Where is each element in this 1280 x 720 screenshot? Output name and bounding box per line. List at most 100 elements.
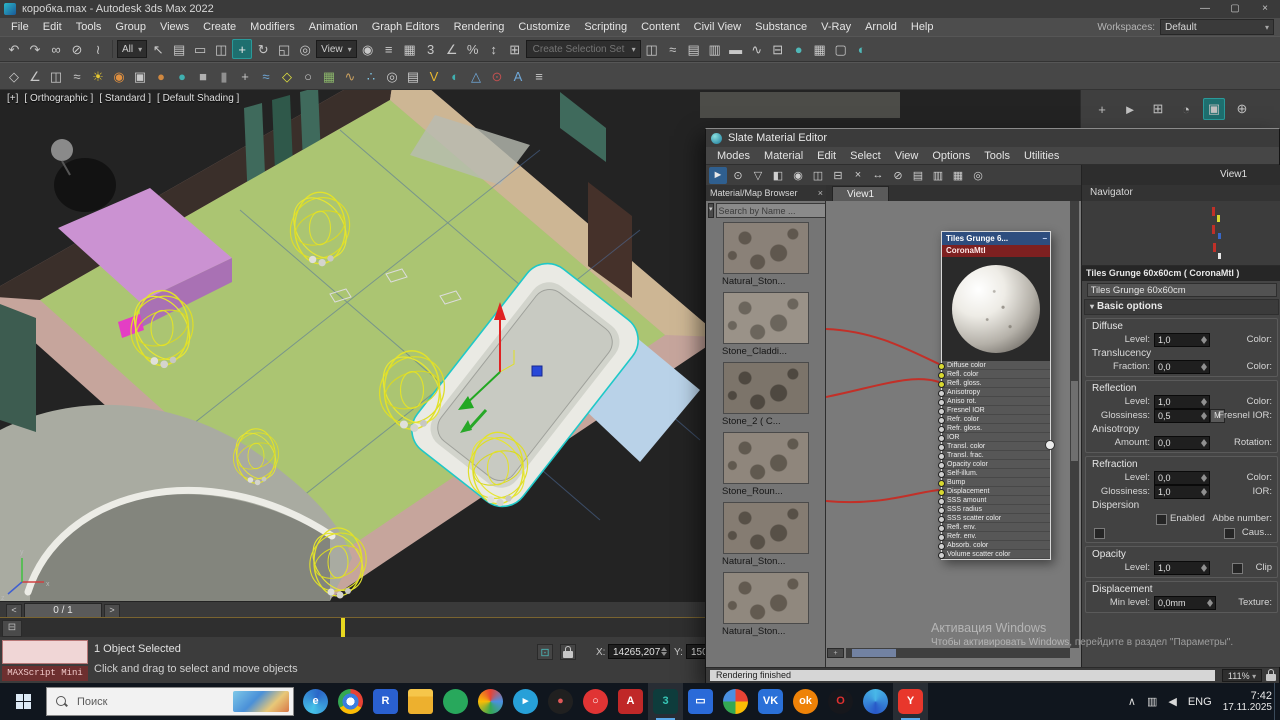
select-move-icon[interactable]: + bbox=[232, 39, 252, 59]
schematic-view-icon[interactable]: ⊟ bbox=[768, 39, 788, 59]
node-slot[interactable]: Self-illum. bbox=[942, 469, 1050, 478]
node-slot[interactable]: Transl. frac. bbox=[942, 451, 1050, 460]
tray-volume-icon[interactable]: ◀ bbox=[1168, 695, 1176, 708]
Animation[interactable]: Animation bbox=[302, 18, 365, 36]
node-collapse-icon[interactable]: − bbox=[1042, 232, 1047, 245]
reflection-glossiness-spinner[interactable]: 0,5 bbox=[1154, 409, 1210, 423]
material-library-item[interactable]: Stone_Claddi... bbox=[706, 290, 825, 360]
slate-titlebar[interactable]: Slate Material Editor bbox=[706, 129, 1279, 147]
named-selection-sets-icon[interactable]: ⊞ bbox=[505, 39, 525, 59]
colorful-browser-app[interactable] bbox=[473, 683, 508, 720]
taskbar-clock[interactable]: 7:42 17.11.2025 bbox=[1223, 690, 1272, 714]
isolate-selection-toggle[interactable]: ⊡ bbox=[537, 644, 553, 660]
arnold-icon[interactable]: A bbox=[508, 66, 528, 86]
thin-checkbox[interactable] bbox=[1094, 528, 1105, 539]
material-library-item[interactable]: Natural_Ston... bbox=[706, 500, 825, 570]
slot-socket[interactable] bbox=[938, 363, 945, 370]
node-slot[interactable]: Displacement bbox=[942, 487, 1050, 496]
Select[interactable]: Select bbox=[843, 147, 888, 165]
node-view-vertical-scrollbar[interactable] bbox=[1070, 201, 1079, 648]
node-slot[interactable]: Refl. env. bbox=[942, 523, 1050, 532]
Utilities[interactable]: Utilities bbox=[1017, 147, 1066, 165]
search-highlight-image[interactable] bbox=[233, 691, 289, 712]
slot-socket[interactable] bbox=[938, 372, 945, 379]
space-warp-icon[interactable]: ≈ bbox=[256, 66, 276, 86]
tab-view1[interactable]: View1 bbox=[832, 186, 889, 201]
redo-icon[interactable]: ↷ bbox=[25, 39, 45, 59]
Customize[interactable]: Customize bbox=[511, 18, 577, 36]
slot-socket[interactable] bbox=[938, 480, 945, 487]
green-circle-app[interactable] bbox=[438, 683, 473, 720]
spinner-snap-icon[interactable]: ↕ bbox=[484, 39, 504, 59]
reflection-level-spinner[interactable]: 1,0 bbox=[1154, 395, 1210, 409]
display-tab[interactable]: ▣ bbox=[1203, 98, 1225, 120]
navigator-toggle-icon[interactable]: ▤ bbox=[909, 167, 927, 184]
slot-socket[interactable] bbox=[938, 498, 945, 505]
material-library-item[interactable]: Stone_Roun... bbox=[706, 430, 825, 500]
Modifiers[interactable]: Modifiers bbox=[243, 18, 302, 36]
snap-3d-icon[interactable]: 3 bbox=[421, 39, 441, 59]
taskbar-search-box[interactable] bbox=[46, 687, 294, 716]
select-by-name-icon[interactable]: ▤ bbox=[169, 39, 189, 59]
caustics-checkbox[interactable] bbox=[1224, 528, 1235, 539]
render-elements-icon[interactable]: ▤ bbox=[403, 66, 423, 86]
create-tab[interactable]: + bbox=[1091, 98, 1113, 120]
node-slot[interactable]: Opacity color bbox=[942, 460, 1050, 469]
viewport-label-segment[interactable]: [ Orthographic ] bbox=[24, 93, 93, 104]
tray-chevron-up-icon[interactable]: ∧ bbox=[1128, 695, 1136, 708]
Create[interactable]: Create bbox=[196, 18, 243, 36]
blue-swirl-app[interactable] bbox=[858, 683, 893, 720]
refraction-level-spinner[interactable]: 0,0 bbox=[1154, 471, 1210, 485]
slot-socket[interactable] bbox=[938, 390, 945, 397]
node-slot[interactable]: Bump bbox=[942, 478, 1050, 487]
node-view-horizontal-scrollbar[interactable] bbox=[846, 648, 1070, 658]
Arnold[interactable]: Arnold bbox=[858, 18, 904, 36]
slot-socket[interactable] bbox=[938, 453, 945, 460]
slot-socket[interactable] bbox=[938, 534, 945, 541]
select-link-icon[interactable]: ∞ bbox=[46, 39, 66, 59]
Help[interactable]: Help bbox=[904, 18, 941, 36]
material-thumbnail[interactable] bbox=[723, 292, 809, 344]
camera-icon[interactable]: ▣ bbox=[130, 66, 150, 86]
time-slider[interactable]: < 0 / 1 > bbox=[0, 601, 705, 617]
node-slot[interactable]: Refr. color bbox=[942, 415, 1050, 424]
show-end-result-icon[interactable]: ◉ bbox=[789, 167, 807, 184]
node-preview[interactable] bbox=[942, 257, 1050, 361]
pan-view-icon[interactable]: + bbox=[827, 648, 844, 658]
material-thumbnail[interactable] bbox=[723, 362, 809, 414]
max-app-icon[interactable] bbox=[4, 3, 16, 15]
vray-icon[interactable]: V bbox=[424, 66, 444, 86]
Edit[interactable]: Edit bbox=[36, 18, 69, 36]
hide-unused-slots-icon[interactable]: ⊘ bbox=[889, 167, 907, 184]
hair-icon[interactable]: ∿ bbox=[340, 66, 360, 86]
Scripting[interactable]: Scripting bbox=[577, 18, 634, 36]
close-icon[interactable]: × bbox=[818, 185, 823, 201]
physx-icon[interactable]: △ bbox=[466, 66, 486, 86]
time-slider-handle[interactable]: 0 / 1 bbox=[24, 603, 102, 618]
material-node[interactable]: Tiles Grunge 6...− CoronaMtl Diffuse col… bbox=[941, 231, 1051, 560]
light-create-icon[interactable]: ☀ bbox=[88, 66, 108, 86]
show-map-in-viewport-icon[interactable]: ◧ bbox=[769, 167, 787, 184]
select-tool-icon[interactable]: ► bbox=[709, 167, 727, 184]
material-thumbnail[interactable] bbox=[723, 502, 809, 554]
corona-icon[interactable]: ◐ bbox=[445, 66, 465, 86]
Views[interactable]: Views bbox=[153, 18, 196, 36]
param-editor-toggle-icon[interactable]: ▦ bbox=[949, 167, 967, 184]
Group[interactable]: Group bbox=[108, 18, 153, 36]
motion-tab[interactable]: ◔ bbox=[1175, 98, 1197, 120]
V-Ray[interactable]: V-Ray bbox=[814, 18, 858, 36]
pinwheel-app[interactable] bbox=[718, 683, 753, 720]
slot-socket[interactable] bbox=[938, 381, 945, 388]
pick-material-icon[interactable]: ⊙ bbox=[729, 167, 747, 184]
Modes[interactable]: Modes bbox=[710, 147, 757, 165]
node-slot[interactable]: Aniso rot. bbox=[942, 397, 1050, 406]
telegram-app[interactable]: ▸ bbox=[508, 683, 543, 720]
put-to-library-icon[interactable]: ▽ bbox=[749, 167, 767, 184]
delete-selected-icon[interactable]: × bbox=[849, 167, 867, 184]
teapot-icon[interactable]: ● bbox=[151, 66, 171, 86]
box-icon[interactable]: ■ bbox=[193, 66, 213, 86]
selection-lock-toggle[interactable] bbox=[560, 644, 576, 660]
slot-socket[interactable] bbox=[938, 462, 945, 469]
workspaces-selector[interactable]: Workspaces: Default▾ bbox=[1097, 19, 1274, 35]
vk-app[interactable]: VK bbox=[753, 683, 788, 720]
